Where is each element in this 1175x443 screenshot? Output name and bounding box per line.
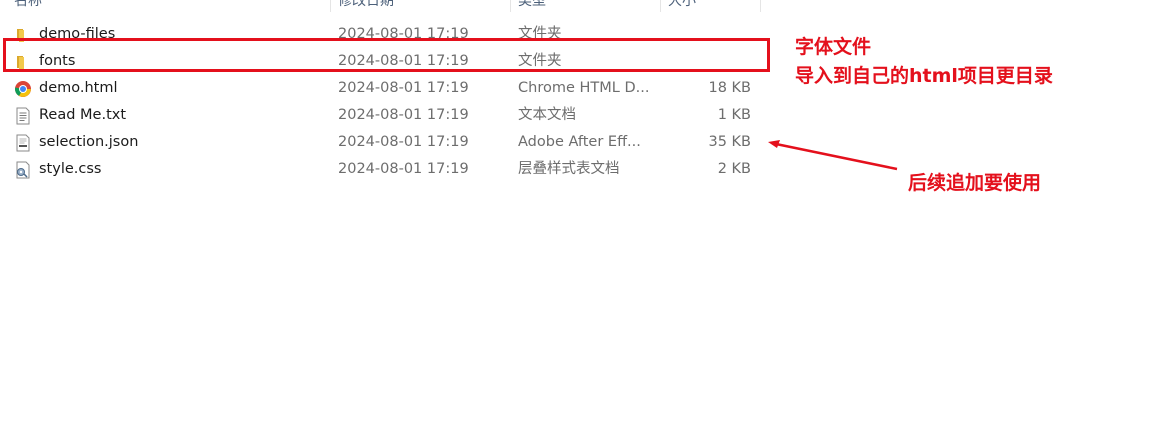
file-row-demo-html[interactable]: demo.html 2024-08-01 17:19 Chrome HTML D… <box>0 75 765 102</box>
css-file-icon <box>16 161 30 179</box>
column-header-name[interactable]: 名称 <box>14 0 42 11</box>
file-row-readme[interactable]: Read Me.txt 2024-08-01 17:19 文本文档 1 KB <box>0 102 765 129</box>
column-header-type[interactable]: 类型 <box>518 0 546 11</box>
file-size: 18 KB <box>708 80 751 96</box>
file-date: 2024-08-01 17:19 <box>338 161 469 177</box>
column-header-size[interactable]: 大小 <box>668 0 696 11</box>
column-divider[interactable] <box>660 0 661 12</box>
file-date: 2024-08-01 17:19 <box>338 107 469 123</box>
file-name: demo.html <box>39 80 118 96</box>
column-divider[interactable] <box>330 0 331 12</box>
column-header-row: 名称 修改日期 类型 大小 <box>0 0 765 12</box>
file-type: 文本文档 <box>518 107 576 123</box>
text-file-icon <box>16 107 30 125</box>
fonts-annotation-detail: 导入到自己的html项目更目录 <box>795 65 1053 87</box>
file-row-style-css[interactable]: style.css 2024-08-01 17:19 层叠样式表文档 2 KB <box>0 156 765 183</box>
chrome-icon <box>14 81 31 97</box>
json-file-icon <box>16 134 30 152</box>
fonts-highlight-box <box>3 38 770 72</box>
file-size: 1 KB <box>717 107 751 123</box>
json-annotation-note: 后续追加要使用 <box>908 172 1042 194</box>
file-name: Read Me.txt <box>39 107 127 123</box>
file-size: 35 KB <box>708 134 751 150</box>
file-date: 2024-08-01 17:19 <box>338 80 469 96</box>
column-divider[interactable] <box>510 0 511 12</box>
column-divider[interactable] <box>760 0 761 12</box>
file-row-selection-json[interactable]: selection.json 2024-08-01 17:19 Adobe Af… <box>0 129 765 156</box>
file-type: 层叠样式表文档 <box>518 161 620 177</box>
file-type: Adobe After Eff... <box>518 134 641 150</box>
file-size: 2 KB <box>717 161 751 177</box>
file-type: Chrome HTML D... <box>518 80 650 96</box>
column-header-date[interactable]: 修改日期 <box>338 0 394 11</box>
file-name: style.css <box>39 161 102 177</box>
file-date: 2024-08-01 17:19 <box>338 134 469 150</box>
fonts-annotation-title: 字体文件 <box>795 36 872 58</box>
annotation-arrow <box>768 140 898 171</box>
file-name: selection.json <box>39 134 139 150</box>
